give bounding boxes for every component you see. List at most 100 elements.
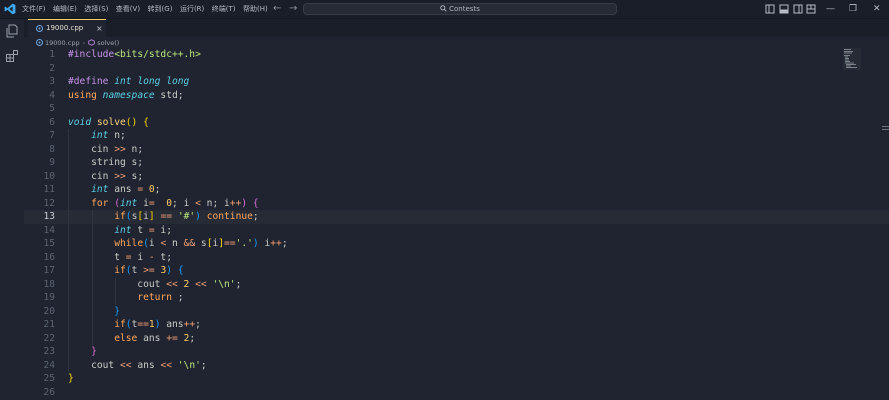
code-token: ++ (270, 238, 282, 249)
code-token: << (195, 278, 207, 290)
code-token: using (68, 89, 97, 101)
code-line[interactable]: 25} (24, 372, 889, 386)
code-token: ++ (229, 197, 242, 209)
customize-layout-icon[interactable] (806, 3, 816, 15)
menu-selection[interactable]: 选择(S) (84, 0, 108, 18)
toggle-secondary-sidebar-icon[interactable] (793, 3, 803, 15)
line-number: 22 (43, 332, 55, 344)
code-line[interactable]: 24 cout << ans << '\n'; (24, 359, 889, 373)
minimap[interactable] (843, 48, 861, 70)
code-token: namespace (102, 89, 155, 101)
menu-help[interactable]: 帮助(H) (243, 0, 268, 18)
forward-arrow-icon[interactable]: → (289, 2, 297, 16)
code-text: cout << 2 << '\n'; (68, 278, 241, 292)
code-line[interactable]: 15 while(i < n && s[i]=='.') i++; (24, 237, 889, 251)
code-line[interactable]: 4 using namespace std; (24, 89, 889, 103)
code-token: ; (200, 359, 207, 371)
code-token: t (131, 224, 149, 236)
toggle-primary-sidebar-icon[interactable] (765, 3, 775, 15)
code-token: t; (154, 251, 172, 263)
code-token: cout (68, 278, 167, 290)
vertical-scrollbar[interactable] (881, 48, 889, 400)
code-token: continue (206, 211, 253, 222)
code-token: } (91, 346, 97, 357)
code-line[interactable]: 11 int ans = 0; (24, 183, 889, 197)
code-line[interactable]: 8 cin >> n; (24, 143, 889, 157)
code-line[interactable]: 26 (24, 386, 889, 400)
code-line[interactable]: 22 else ans += 2; (24, 332, 889, 346)
cpp-file-icon (36, 39, 43, 46)
code-token: >= (143, 265, 155, 276)
code-line[interactable]: 16 t = i - t; (24, 251, 889, 265)
code-text: cin >> n; (68, 143, 143, 157)
code-text: void solve() { (68, 116, 149, 130)
code-line[interactable]: 5 (24, 102, 889, 116)
line-number: 7 (49, 130, 55, 141)
line-number: 24 (43, 359, 55, 371)
code-line[interactable]: 21 if(t==1) ans++; (24, 318, 889, 332)
code-line[interactable]: 9 string s; (24, 156, 889, 170)
code-token: '\n' (212, 278, 236, 290)
explorer-files-icon[interactable] (5, 24, 19, 38)
tab-19000-cpp[interactable]: 19000.cpp × (28, 19, 106, 37)
code-line[interactable]: 18 cout << 2 << '\n'; (24, 278, 889, 292)
line-number: 4 (49, 89, 55, 101)
code-line[interactable]: 20 } (24, 305, 889, 319)
code-line[interactable]: 13 if(s[i] == '#') continue; (24, 210, 889, 224)
code-line[interactable]: 1 #include<bits/stdc++.h> (24, 48, 889, 62)
code-token: n; (125, 143, 144, 155)
breadcrumb-symbol[interactable]: solve() (97, 39, 119, 47)
code-token: () (125, 116, 138, 128)
code-line[interactable]: 19 return ; (24, 291, 889, 305)
line-number: 2 (49, 62, 55, 74)
code-line[interactable]: 12 for (int i= 0; i < n; i++) { (24, 197, 889, 211)
toggle-panel-icon[interactable] (779, 3, 789, 15)
code-line[interactable]: 7 int n; (24, 129, 889, 143)
minimize-icon[interactable]: — (826, 3, 835, 15)
code-text: } (68, 305, 120, 319)
extensions-icon[interactable] (5, 49, 19, 63)
menu-go[interactable]: 转到(G) (148, 0, 173, 18)
menu-view[interactable]: 查看(V) (116, 0, 140, 18)
code-token: == (224, 238, 236, 249)
code-token: '.' (235, 238, 253, 249)
title-bar: 文件(F) 编辑(E) 选择(S) 查看(V) 转到(G) 运行(R) 终端(T… (0, 0, 889, 19)
code-token: n; (108, 130, 126, 141)
breadcrumb-file[interactable]: 19000.cpp (45, 39, 80, 47)
code-token: >> (114, 170, 126, 182)
code-line[interactable]: 3 #define int long long (24, 75, 889, 89)
code-text: t = i - t; (68, 251, 172, 265)
code-line[interactable]: 10 cin >> s; (24, 170, 889, 184)
line-number: 16 (43, 251, 55, 263)
line-number: 1 (49, 49, 55, 60)
code-token: #define (68, 76, 115, 87)
code-line[interactable]: 17 if(t >= 3) { (24, 264, 889, 278)
close-window-icon[interactable]: ✕ (873, 3, 881, 15)
menu-file[interactable]: 文件(F) (22, 0, 46, 18)
line-number: 3 (49, 76, 55, 87)
code-token: solve (96, 116, 126, 128)
menu-terminal[interactable]: 终端(T) (212, 0, 236, 18)
menu-run[interactable]: 运行(R) (180, 0, 204, 18)
code-editor[interactable]: 1 #include<bits/stdc++.h> 2 3 #define int lo… (24, 48, 889, 400)
command-center-search[interactable]: Contests (303, 2, 617, 15)
code-line[interactable]: 2 (24, 62, 889, 76)
code-text: using namespace std; (68, 89, 184, 103)
back-arrow-icon[interactable]: ← (273, 2, 281, 16)
code-line[interactable]: 14 int t = i; (24, 224, 889, 238)
code-text: if(t >= 3) { (68, 264, 183, 278)
code-token: ; (195, 319, 201, 330)
menu-edit[interactable]: 编辑(E) (53, 0, 77, 18)
code-line[interactable]: 6 void solve() { (24, 116, 889, 130)
code-token: s; (125, 170, 144, 182)
code-line[interactable]: 23 } (24, 345, 889, 359)
code-text: while(i < n && s[i]=='.') i++; (68, 237, 287, 251)
restore-icon[interactable]: ❐ (849, 3, 857, 15)
code-token: ; (189, 332, 196, 344)
code-token: return (137, 292, 172, 303)
close-tab-icon[interactable]: × (96, 20, 103, 37)
vscode-logo-icon[interactable] (4, 3, 16, 15)
code-token: #include (68, 49, 115, 60)
